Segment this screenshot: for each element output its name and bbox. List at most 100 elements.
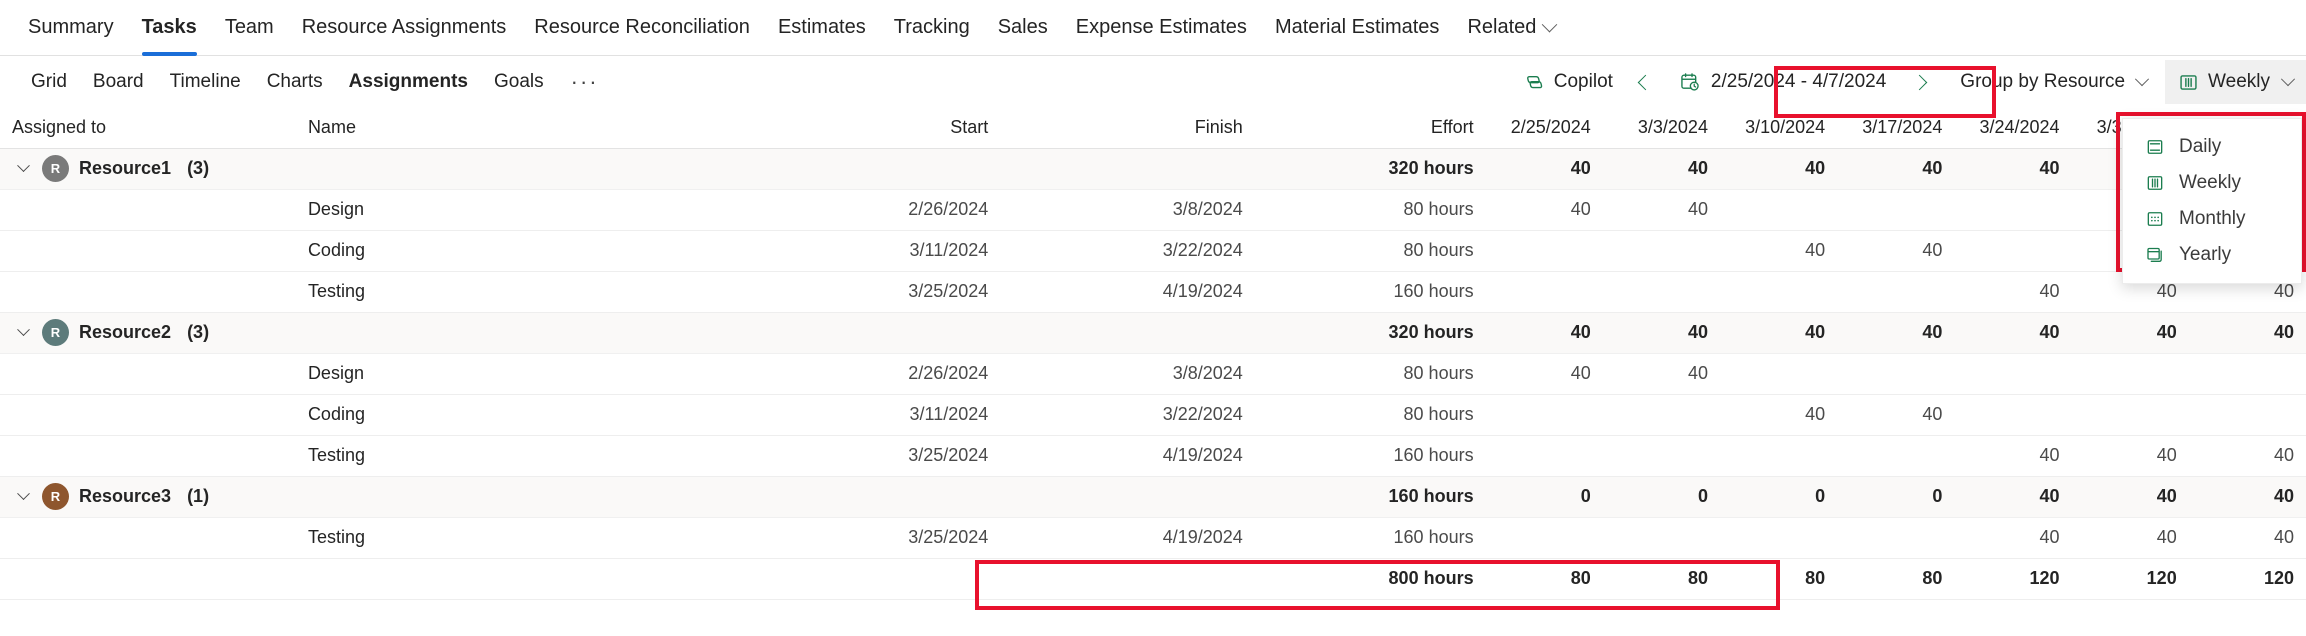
entity-tab-label: Resource Reconciliation: [534, 16, 750, 38]
table-row[interactable]: Design 2/26/2024 3/8/2024 80 hours 40 40: [0, 353, 2306, 395]
assignments-table: Assigned to Name Start Finish Effort 2/25/202…: [0, 108, 2306, 600]
task-name-cell[interactable]: Coding: [295, 394, 746, 436]
task-period-value: [1954, 394, 2072, 436]
view-tab-goals[interactable]: Goals: [481, 62, 557, 102]
command-bar-right-actions: Copilot 2/25/2024 - 4/7/2024 Group by Re…: [1513, 56, 2306, 108]
task-period-value: 40: [2071, 435, 2189, 477]
date-range-button[interactable]: 2/25/2024 - 4/7/2024: [1663, 62, 1902, 102]
time-scale-menu: Daily Weekly Monthly Yearly: [2122, 118, 2302, 284]
view-overflow-button[interactable]: ···: [557, 71, 613, 93]
task-name-cell[interactable]: Testing: [295, 517, 746, 559]
empty-cell: [0, 435, 296, 477]
column-header-date[interactable]: 3/3/2024: [1602, 108, 1720, 149]
group-by-button[interactable]: Group by Resource: [1948, 62, 2159, 102]
entity-tab-team[interactable]: Team: [211, 0, 288, 56]
scale-menu-item-yearly[interactable]: Yearly: [2123, 237, 2301, 273]
task-period-value: 40: [2188, 517, 2306, 559]
column-header-effort[interactable]: Effort: [1254, 108, 1486, 149]
task-effort-cell: 160 hours: [1254, 271, 1486, 313]
previous-period-button[interactable]: [1629, 62, 1663, 102]
total-period-value: 120: [1954, 558, 2072, 600]
column-header-date[interactable]: 3/17/2024: [1837, 108, 1955, 149]
view-tab-label: Timeline: [169, 71, 241, 92]
weekly-icon: [2145, 173, 2165, 193]
time-scale-button[interactable]: Weekly: [2165, 60, 2306, 104]
resource-group-row[interactable]: R Resource3 (1) 160 hours 0 0 0 0 40 40 40: [0, 476, 2306, 518]
view-tab-board[interactable]: Board: [80, 62, 157, 102]
column-header-assigned-to[interactable]: Assigned to: [0, 108, 296, 149]
empty-cell: [295, 312, 746, 354]
date-range-control: 2/25/2024 - 4/7/2024: [1623, 60, 1942, 104]
column-header-date[interactable]: 2/25/2024: [1485, 108, 1603, 149]
task-name-cell[interactable]: Testing: [295, 435, 746, 477]
time-scale-label: Weekly: [2208, 71, 2270, 92]
column-header-date[interactable]: 3/24/2024: [1954, 108, 2072, 149]
empty-cell: [745, 312, 1001, 354]
task-period-value: [1954, 353, 2072, 395]
group-expander-toggle[interactable]: [14, 159, 32, 178]
table-row[interactable]: Design 2/26/2024 3/8/2024 80 hours 40 40: [0, 189, 2306, 231]
daily-icon: [2145, 137, 2165, 157]
entity-tab-tracking[interactable]: Tracking: [880, 0, 984, 56]
column-header-name[interactable]: Name: [295, 108, 746, 149]
resource-group-period-value: 40: [1602, 148, 1720, 190]
scale-menu-item-weekly[interactable]: Weekly: [2123, 165, 2301, 201]
empty-cell: [0, 353, 296, 395]
column-header-finish[interactable]: Finish: [1000, 108, 1255, 149]
avatar: R: [42, 155, 69, 182]
task-period-value: [2188, 394, 2306, 436]
table-row[interactable]: Testing 3/25/2024 4/19/2024 160 hours 40 40 40: [0, 435, 2306, 477]
resource-group-period-value: 40: [1954, 148, 2072, 190]
task-period-value: 40: [1485, 353, 1603, 395]
view-tab-label: Assignments: [348, 71, 468, 92]
view-tab-timeline[interactable]: Timeline: [157, 62, 254, 102]
next-period-button[interactable]: [1902, 62, 1936, 102]
task-finish-cell: 4/19/2024: [1000, 517, 1255, 559]
empty-cell: [1000, 558, 1255, 600]
group-expander-toggle[interactable]: [14, 487, 32, 506]
column-header-date[interactable]: 3/10/2024: [1719, 108, 1838, 149]
entity-tab-sales[interactable]: Sales: [984, 0, 1062, 56]
entity-tab-resource-assignments[interactable]: Resource Assignments: [288, 0, 521, 56]
entity-tab-resource-reconciliation[interactable]: Resource Reconciliation: [520, 0, 764, 56]
entity-tab-estimates[interactable]: Estimates: [764, 0, 880, 56]
table-row[interactable]: Coding 3/11/2024 3/22/2024 80 hours 40 40: [0, 230, 2306, 272]
scale-menu-item-daily[interactable]: Daily: [2123, 129, 2301, 165]
task-finish-cell: 4/19/2024: [1000, 271, 1255, 313]
task-name-cell[interactable]: Design: [295, 189, 746, 231]
task-start-cell: 3/25/2024: [745, 435, 1001, 477]
view-tab-assignments[interactable]: Assignments: [336, 62, 481, 102]
table-header: Assigned to Name Start Finish Effort 2/25/202…: [0, 108, 2306, 149]
resource-group-period-value: 40: [2188, 476, 2306, 518]
task-name-cell[interactable]: Testing: [295, 271, 746, 313]
resource-group-cell: R Resource1 (3): [0, 148, 296, 190]
task-name-cell[interactable]: Design: [295, 353, 746, 395]
view-tab-charts[interactable]: Charts: [254, 62, 336, 102]
group-expander-toggle[interactable]: [14, 323, 32, 342]
task-period-value: 40: [1485, 189, 1603, 231]
copilot-button[interactable]: Copilot: [1513, 62, 1623, 102]
task-finish-cell: 4/19/2024: [1000, 435, 1255, 477]
resource-group-period-value: 40: [1837, 312, 1955, 354]
resource-group-period-value: 40: [1719, 312, 1838, 354]
task-name-cell[interactable]: Coding: [295, 230, 746, 272]
column-header-start[interactable]: Start: [745, 108, 1001, 149]
empty-cell: [295, 148, 746, 190]
table-row[interactable]: Testing 3/25/2024 4/19/2024 160 hours 40 40 40: [0, 517, 2306, 559]
total-period-value: 120: [2071, 558, 2189, 600]
table-row[interactable]: Testing 3/25/2024 4/19/2024 160 hours 40 40 40: [0, 271, 2306, 313]
scale-menu-item-monthly[interactable]: Monthly: [2123, 201, 2301, 237]
entity-tab-summary[interactable]: Summary: [14, 0, 128, 56]
entity-tab-related[interactable]: Related: [1453, 0, 1569, 56]
view-tab-grid[interactable]: Grid: [18, 62, 80, 102]
task-period-value: [1837, 353, 1955, 395]
resource-group-row[interactable]: RResource1(3)320 hours40404040404040: [0, 148, 2306, 190]
empty-cell: [0, 517, 296, 559]
resource-group-row[interactable]: R Resource2 (3) 320 hours 40 40 40 40 40 40 40: [0, 312, 2306, 354]
entity-tab-tasks[interactable]: Tasks: [128, 0, 211, 56]
table-row[interactable]: Coding 3/11/2024 3/22/2024 80 hours 40 40: [0, 394, 2306, 436]
entity-tab-material-estimates[interactable]: Material Estimates: [1261, 0, 1454, 56]
task-period-value: 40: [1837, 394, 1955, 436]
task-start-cell: 3/25/2024: [745, 517, 1001, 559]
entity-tab-expense-estimates[interactable]: Expense Estimates: [1062, 0, 1261, 56]
